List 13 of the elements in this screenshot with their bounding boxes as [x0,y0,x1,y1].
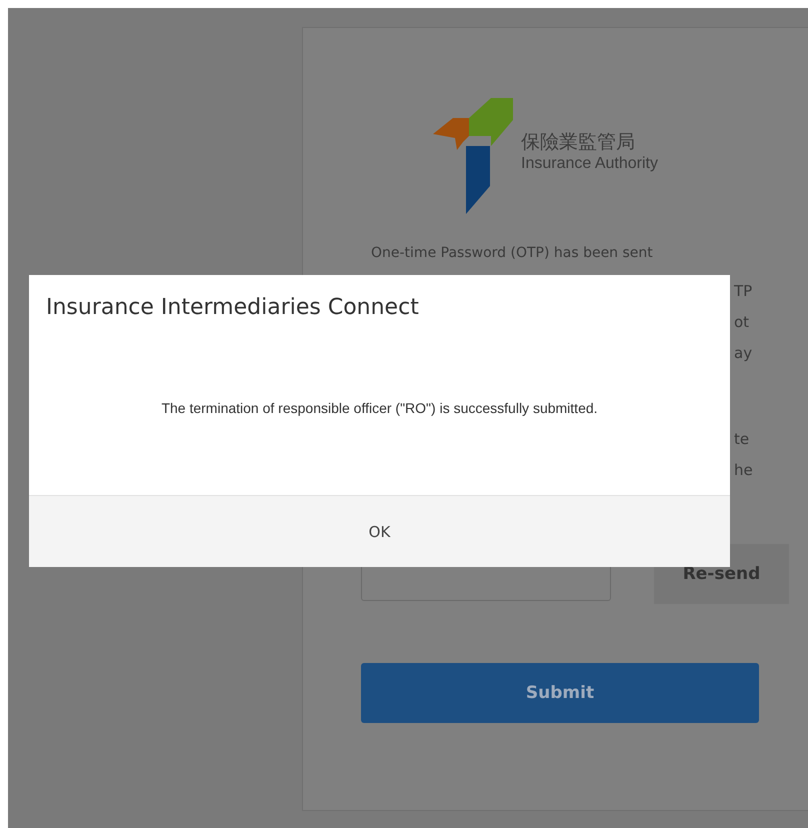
logo-icon [433,98,515,216]
otp-instructions: One-time Password (OTP) has been sent [371,244,654,262]
otp-instructions-fragment: he [734,460,753,481]
logo-english-name: Insurance Authority [521,154,658,174]
otp-instructions-fragment: te [734,429,750,450]
otp-instructions-fragment: ay [734,343,752,364]
dialog-title: Insurance Intermediaries Connect [46,295,420,320]
otp-instructions-fragment: TP [734,281,752,302]
ok-button[interactable]: OK [29,495,730,567]
dialog-message: The termination of responsible officer ("RO") is successfully submitted. [160,400,599,416]
submit-button[interactable]: Submit [361,663,759,723]
logo-chinese-name: 保險業監管局 [521,130,636,154]
otp-instructions-fragment: ot [734,312,750,333]
